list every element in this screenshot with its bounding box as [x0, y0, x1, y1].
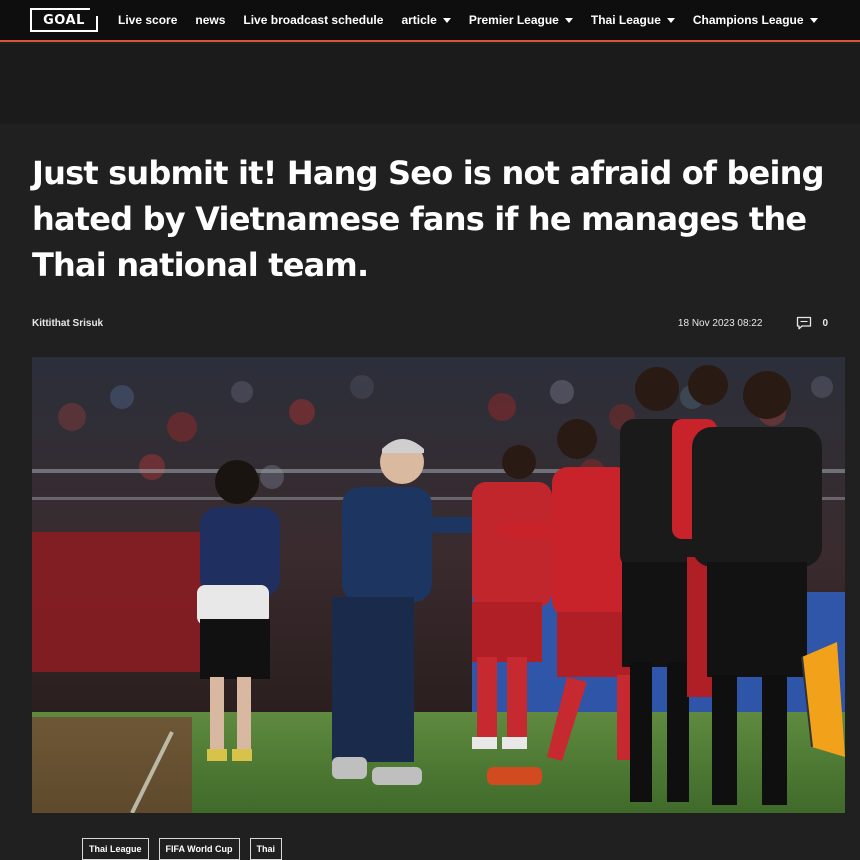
logo-notch	[90, 8, 98, 16]
nav-item-label: Live score	[118, 13, 178, 27]
nav-item-label: Champions League	[692, 13, 804, 27]
article-meta-right: 18 Nov 2023 08:22 0	[678, 316, 828, 330]
tag-fifa-world-cup[interactable]: FIFA World Cup	[158, 838, 240, 860]
comment-icon[interactable]	[796, 316, 812, 330]
nav-item-article[interactable]: article	[401, 13, 451, 27]
hero-photo-illustration	[32, 357, 845, 813]
top-navigation: GOAL Live score news Live broadcast sche…	[0, 0, 860, 42]
article-meta: Kittithat Srisuk 18 Nov 2023 08:22 0	[32, 316, 828, 330]
goal-logo[interactable]: GOAL	[30, 8, 98, 32]
chevron-down-icon	[809, 18, 818, 23]
article-title: Just submit it! Hang Seo is not afraid o…	[32, 154, 825, 284]
chevron-down-icon	[442, 18, 451, 23]
nav-item-label: article	[401, 13, 437, 27]
nav-item-live-score[interactable]: Live score	[118, 13, 177, 27]
chevron-down-icon	[666, 18, 675, 23]
nav-item-news[interactable]: news	[195, 13, 225, 27]
nav-item-label: news	[195, 13, 226, 27]
ad-banner-area	[0, 44, 860, 124]
article-timestamp: 18 Nov 2023 08:22	[677, 317, 763, 329]
hero-photo	[32, 357, 845, 813]
article-author[interactable]: Kittithat Srisuk	[32, 318, 103, 329]
tag-thai-league[interactable]: Thai League	[82, 838, 149, 860]
nav-item-champions-league[interactable]: Champions League	[693, 13, 818, 27]
comment-count[interactable]: 0	[822, 318, 828, 329]
main-menu: Live score news Live broadcast schedule …	[118, 13, 836, 27]
tag-thai[interactable]: Thai	[249, 838, 283, 860]
goal-logo-text: GOAL	[43, 12, 85, 28]
nav-item-broadcast-schedule[interactable]: Live broadcast schedule	[243, 13, 383, 27]
chevron-down-icon	[564, 18, 573, 23]
nav-item-premier-league[interactable]: Premier League	[469, 13, 573, 27]
article-tags: Thai League FIFA World Cup Thai	[82, 838, 292, 860]
nav-item-label: Premier League	[468, 13, 559, 27]
nav-item-label: Live broadcast schedule	[243, 13, 384, 27]
nav-item-thai-league[interactable]: Thai League	[591, 13, 675, 27]
nav-item-label: Thai League	[590, 13, 661, 27]
